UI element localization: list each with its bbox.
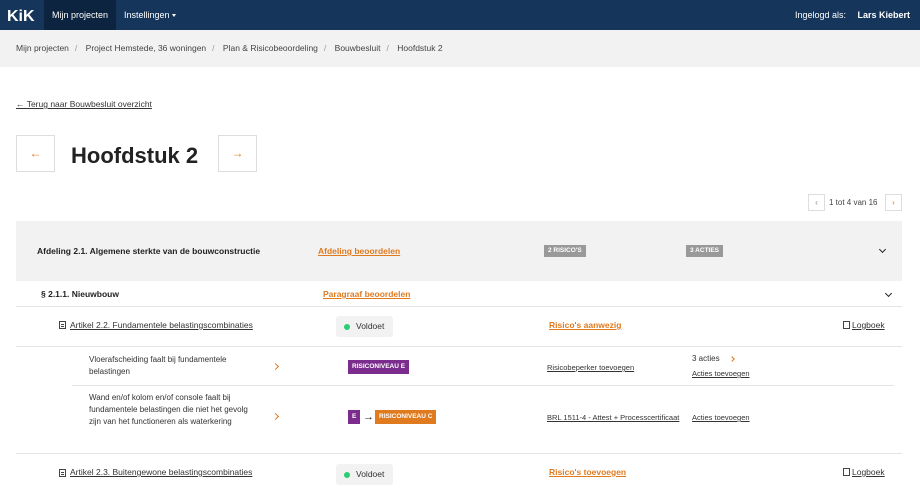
status-badge: Voldoet	[336, 464, 394, 485]
logboek-link[interactable]: Logboek	[843, 320, 885, 330]
chevron-down-icon[interactable]	[878, 245, 887, 254]
arrow-right-icon: →	[363, 411, 374, 423]
chevron-down-icon[interactable]	[884, 289, 893, 298]
logboek-link[interactable]: Logboek	[843, 467, 885, 477]
artikel-label[interactable]: Artikel 2.2. Fundamentele belastingscomb…	[70, 320, 253, 330]
acties-toevoegen-link[interactable]: Acties toevoegen	[692, 413, 750, 422]
risk-description: Vloerafscheiding faalt bij fundamentele …	[89, 355, 227, 376]
risicos-aanwezig-link[interactable]: Risico's aanwezig	[549, 320, 621, 330]
back-link[interactable]: ← Terug naar Bouwbesluit overzicht	[16, 99, 152, 109]
status-text: Voldoet	[356, 469, 385, 479]
artikel-row: Artikel 2.2. Fundamentele belastingscomb…	[16, 307, 902, 347]
top-navbar: KiK Mijn projecten Instellingen Ingelogd…	[0, 0, 920, 30]
status-dot-icon	[344, 324, 350, 330]
pager-prev-button[interactable]: ‹	[808, 194, 825, 211]
paragraaf-label: § 2.1.1. Nieuwbouw	[41, 289, 119, 299]
logboek-label: Logboek	[852, 320, 885, 330]
breadcrumb-item[interactable]: Plan & Risicobeoordeling	[223, 43, 318, 53]
document-icon	[59, 321, 66, 329]
afdeling-label: Afdeling 2.1. Algemene sterkte van de bo…	[37, 246, 261, 256]
risk-level-to-badge: RISICONIVEAU C	[375, 410, 437, 424]
risicos-badge: 2 RISICO'S	[544, 245, 586, 257]
risk-level-badge: RISICONIVEAU E	[348, 360, 410, 374]
logboek-icon	[843, 468, 850, 476]
maatregel-link[interactable]: Risicobeperker toevoegen	[547, 363, 634, 372]
chevron-right-icon[interactable]	[729, 356, 735, 362]
acties-toevoegen-link[interactable]: Acties toevoegen	[692, 369, 750, 378]
nav-instellingen-label: Instellingen	[124, 10, 170, 20]
breadcrumb-bar: Mijn projecten / Project Hemstede, 36 won…	[0, 30, 920, 67]
chevron-right-icon[interactable]	[271, 362, 280, 371]
afdeling-beoordelen-link[interactable]: Afdeling beoordelen	[318, 221, 400, 281]
prev-chapter-button[interactable]: ←	[16, 135, 55, 172]
status-badge: Voldoet	[336, 316, 394, 337]
artikel-row: Artikel 2.3. Buitengewone belastingscomb…	[16, 453, 902, 493]
paragraaf-row: § 2.1.1. Nieuwbouw Paragraaf beoordelen	[16, 282, 902, 307]
pager-text: 1 tot 4 van 16	[829, 198, 878, 207]
breadcrumb-current: Hoofdstuk 2	[397, 43, 443, 53]
nav-mijn-projecten[interactable]: Mijn projecten	[44, 0, 116, 30]
logboek-label: Logboek	[852, 467, 885, 477]
pager-next-button[interactable]: ›	[885, 194, 902, 211]
risk-description: Wand en/of kolom en/of console faalt bij…	[89, 393, 248, 426]
acties-count: 3 acties	[692, 354, 720, 363]
login-label: Ingelogd als:	[794, 10, 846, 20]
acties-badge: 3 ACTIES	[686, 245, 724, 257]
logboek-icon	[843, 321, 850, 329]
page-title: Hoofdstuk 2	[71, 143, 199, 168]
breadcrumb-item[interactable]: Mijn projecten	[16, 43, 69, 53]
status-text: Voldoet	[356, 321, 385, 331]
risk-row: Wand en/of kolom en/of console faalt bij…	[72, 386, 894, 452]
artikel-label[interactable]: Artikel 2.3. Buitengewone belastingscomb…	[70, 467, 252, 477]
nav-instellingen[interactable]: Instellingen	[124, 0, 176, 30]
risk-level-from-badge: E	[348, 410, 361, 424]
document-icon	[59, 469, 66, 477]
breadcrumb: Mijn projecten / Project Hemstede, 36 won…	[16, 43, 443, 53]
kik-logo[interactable]: KiK	[6, 6, 38, 24]
risk-row: Vloerafscheiding faalt bij fundamentele …	[72, 348, 894, 386]
afdeling-row: Afdeling 2.1. Algemene sterkte van de bo…	[16, 221, 902, 281]
svg-text:KiK: KiK	[7, 8, 35, 24]
paragraaf-beoordelen-link[interactable]: Paragraaf beoordelen	[323, 282, 410, 307]
caret-down-icon	[171, 14, 176, 18]
breadcrumb-item[interactable]: Project Hemstede, 36 woningen	[86, 43, 207, 53]
breadcrumb-item[interactable]: Bouwbesluit	[335, 43, 381, 53]
status-dot-icon	[344, 472, 350, 478]
maatregel-link[interactable]: BRL 1511-4 - Attest + Processcertificaat	[547, 413, 679, 422]
risicos-toevoegen-link[interactable]: Risico's toevoegen	[549, 467, 626, 477]
next-chapter-button[interactable]: →	[218, 135, 257, 172]
login-user[interactable]: Lars Kiebert	[857, 0, 910, 30]
chevron-right-icon[interactable]	[271, 412, 280, 421]
